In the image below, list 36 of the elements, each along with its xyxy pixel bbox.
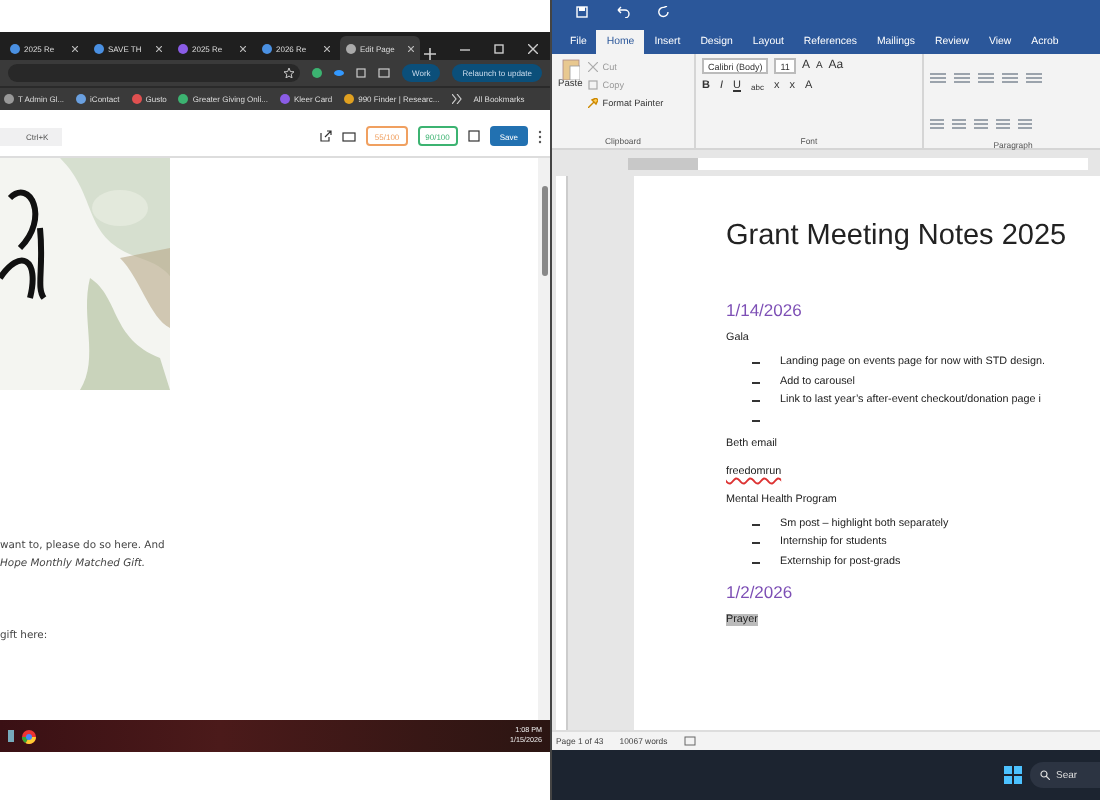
close-icon[interactable] — [156, 45, 162, 51]
bullet-dash — [752, 362, 760, 364]
external-link-icon[interactable] — [320, 130, 333, 142]
clipboard-icon[interactable] — [561, 58, 580, 80]
scrollbar-thumb[interactable] — [541, 186, 547, 276]
close-icon[interactable] — [408, 45, 414, 51]
close-icon[interactable] — [324, 45, 330, 51]
panel-icon[interactable] — [467, 130, 480, 142]
minimize-icon[interactable] — [460, 44, 470, 54]
document-title: Grant Meeting Notes 2025 — [726, 220, 1069, 252]
plus-icon[interactable] — [424, 48, 436, 60]
bullet-dash — [752, 400, 760, 403]
date-heading: 1/2/2026 — [726, 581, 795, 602]
copy-icon — [588, 80, 599, 90]
close-icon[interactable] — [72, 45, 78, 51]
star-icon[interactable] — [284, 68, 295, 78]
redo-icon[interactable] — [658, 6, 670, 18]
sidebar-icon[interactable] — [378, 68, 391, 78]
device-icon[interactable] — [342, 131, 357, 141]
close-icon[interactable] — [240, 45, 246, 51]
date-heading: 1/14/2026 — [726, 300, 804, 320]
bullet-dash — [752, 381, 760, 384]
bullet-dash — [752, 420, 760, 423]
undo-icon[interactable] — [616, 6, 630, 18]
start-icon[interactable] — [1004, 766, 1022, 784]
bullet-dash — [752, 523, 760, 526]
restore-icon[interactable] — [494, 44, 504, 54]
save-icon[interactable] — [576, 6, 588, 18]
bullet-dash — [752, 562, 760, 565]
bullet-dash — [752, 542, 760, 545]
chevron-icon[interactable] — [451, 94, 462, 104]
proofing-icon[interactable] — [683, 736, 696, 746]
brush-icon — [588, 98, 599, 108]
close-icon[interactable] — [528, 44, 538, 54]
search-icon — [1040, 770, 1050, 780]
browser-icon[interactable] — [22, 729, 36, 743]
